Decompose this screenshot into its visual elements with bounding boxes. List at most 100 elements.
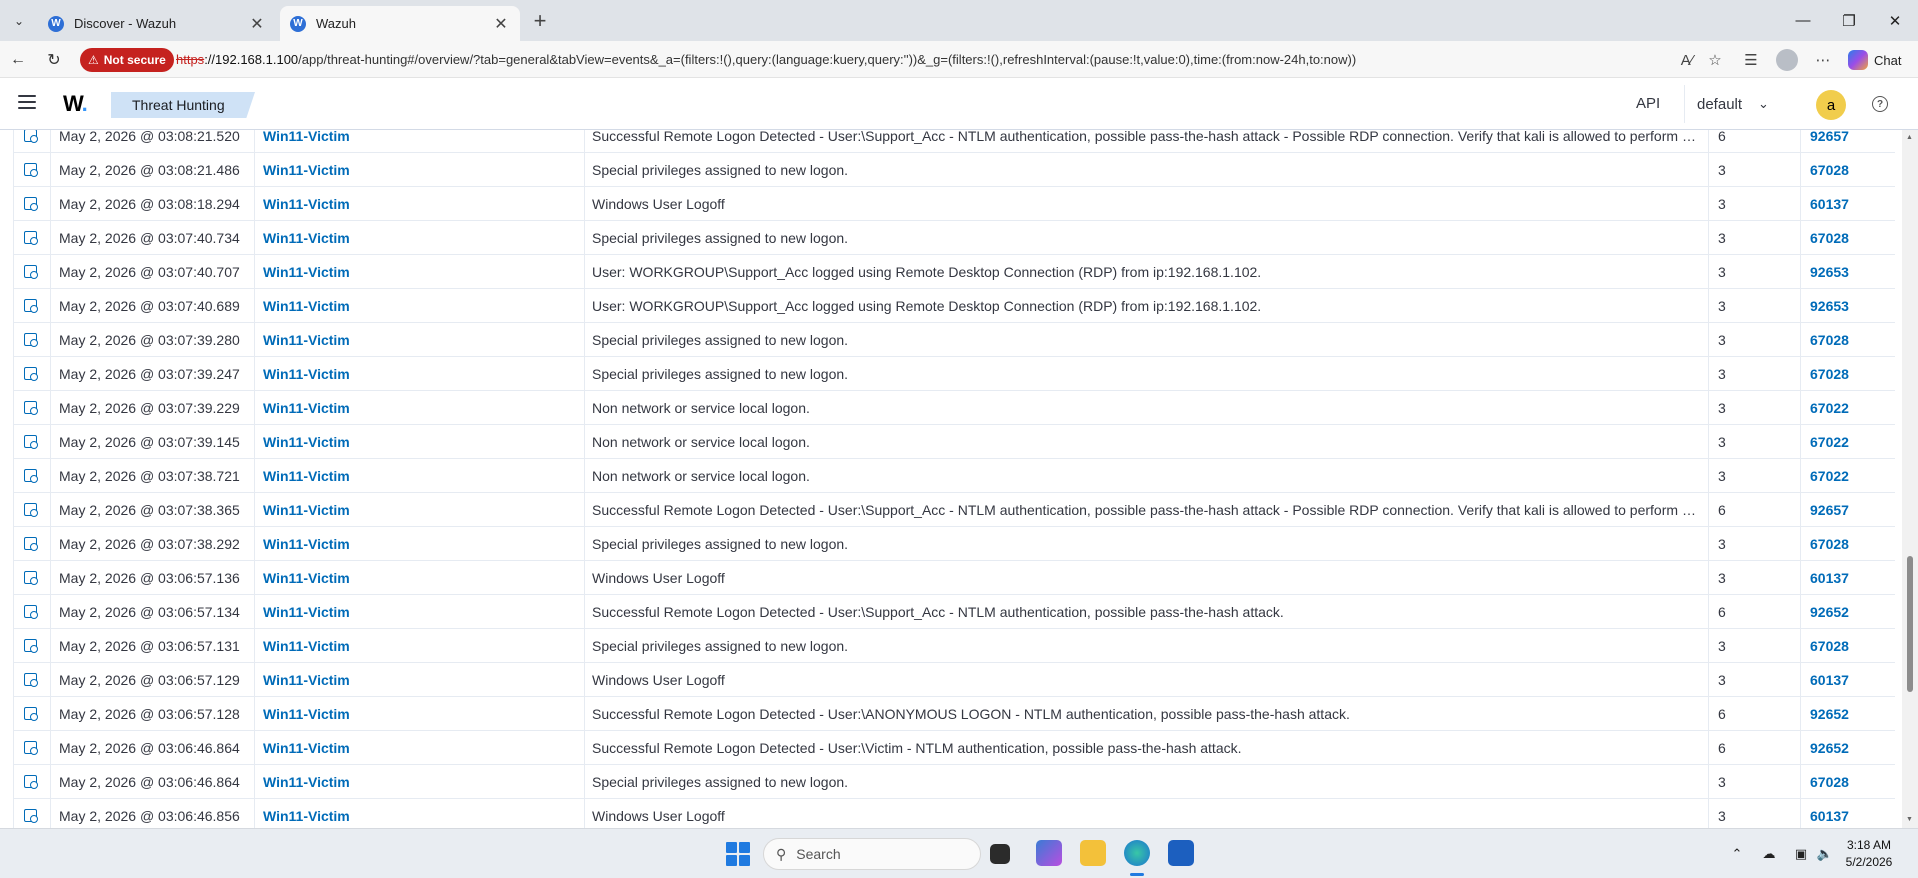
read-aloud-icon[interactable]: A⁄ xyxy=(1676,49,1698,71)
table-row[interactable]: May 2, 2026 @ 03:08:21.520 Win11-Victim Su… xyxy=(13,130,1895,153)
rule-id-link[interactable]: 67022 xyxy=(1801,425,1895,459)
url-field[interactable]: https://192.168.1.100/app/threat-hunting… xyxy=(176,52,1656,67)
inspect-document-button[interactable] xyxy=(13,527,51,561)
agent-name-link[interactable]: Win11-Victim xyxy=(255,391,585,425)
inspect-document-button[interactable] xyxy=(13,629,51,663)
agent-name-link[interactable]: Win11-Victim xyxy=(255,765,585,799)
table-row[interactable]: May 2, 2026 @ 03:06:57.131 Win11-Victim Sp… xyxy=(13,629,1895,663)
table-row[interactable]: May 2, 2026 @ 03:06:46.864 Win11-Victim Sp… xyxy=(13,765,1895,799)
inspect-document-button[interactable] xyxy=(13,425,51,459)
inspect-document-button[interactable] xyxy=(13,561,51,595)
table-row[interactable]: May 2, 2026 @ 03:07:39.247 Win11-Victim Sp… xyxy=(13,357,1895,391)
rule-id-link[interactable]: 92652 xyxy=(1801,697,1895,731)
agent-name-link[interactable]: Win11-Victim xyxy=(255,799,585,828)
cloud-off-icon[interactable]: ☁ xyxy=(1760,845,1778,863)
back-arrow-icon[interactable]: ← xyxy=(6,48,30,72)
table-row[interactable]: May 2, 2026 @ 03:07:40.734 Win11-Victim Sp… xyxy=(13,221,1895,255)
rule-id-link[interactable]: 60137 xyxy=(1801,187,1895,221)
agent-name-link[interactable]: Win11-Victim xyxy=(255,459,585,493)
agent-name-link[interactable]: Win11-Victim xyxy=(255,289,585,323)
inspect-document-button[interactable] xyxy=(13,493,51,527)
rule-id-link[interactable]: 67028 xyxy=(1801,323,1895,357)
rule-id-link[interactable]: 92652 xyxy=(1801,731,1895,765)
task-view-icon[interactable] xyxy=(990,844,1010,864)
table-row[interactable]: May 2, 2026 @ 03:06:46.856 Win11-Victim Wi… xyxy=(13,799,1895,828)
network-icon[interactable]: ▣ xyxy=(1792,845,1810,863)
close-tab-icon[interactable]: ✕ xyxy=(492,14,510,34)
rule-id-link[interactable]: 92653 xyxy=(1801,289,1895,323)
rule-id-link[interactable]: 67028 xyxy=(1801,357,1895,391)
inspect-document-button[interactable] xyxy=(13,289,51,323)
rule-id-link[interactable]: 67028 xyxy=(1801,629,1895,663)
profile-avatar-icon[interactable] xyxy=(1776,49,1798,71)
inspect-document-button[interactable] xyxy=(13,799,51,828)
minimize-icon[interactable]: — xyxy=(1780,0,1826,41)
edge-browser-icon[interactable] xyxy=(1124,840,1150,866)
table-row[interactable]: May 2, 2026 @ 03:06:57.129 Win11-Victim Wi… xyxy=(13,663,1895,697)
agent-name-link[interactable]: Win11-Victim xyxy=(255,561,585,595)
inspect-document-button[interactable] xyxy=(13,459,51,493)
rule-id-link[interactable]: 60137 xyxy=(1801,663,1895,697)
inspect-document-button[interactable] xyxy=(13,663,51,697)
inspect-document-button[interactable] xyxy=(13,130,51,153)
rule-id-link[interactable]: 92657 xyxy=(1801,130,1895,153)
environment-select[interactable]: default ⌄ xyxy=(1684,85,1784,123)
table-row[interactable]: May 2, 2026 @ 03:07:38.292 Win11-Victim Sp… xyxy=(13,527,1895,561)
table-row[interactable]: May 2, 2026 @ 03:07:40.689 Win11-Victim Us… xyxy=(13,289,1895,323)
rule-id-link[interactable]: 60137 xyxy=(1801,561,1895,595)
agent-name-link[interactable]: Win11-Victim xyxy=(255,187,585,221)
rule-id-link[interactable]: 92653 xyxy=(1801,255,1895,289)
tab-actions-chevron-icon[interactable]: ⌄ xyxy=(6,9,32,33)
agent-name-link[interactable]: Win11-Victim xyxy=(255,221,585,255)
help-icon[interactable]: ? xyxy=(1872,96,1888,112)
agent-name-link[interactable]: Win11-Victim xyxy=(255,595,585,629)
breadcrumb-threat-hunting[interactable]: Threat Hunting xyxy=(111,92,255,118)
more-dots-icon[interactable]: ⋯ xyxy=(1812,49,1834,71)
rule-id-link[interactable]: 67028 xyxy=(1801,221,1895,255)
agent-name-link[interactable]: Win11-Victim xyxy=(255,153,585,187)
scroll-up-icon[interactable]: ▲ xyxy=(1906,134,1913,141)
table-row[interactable]: May 2, 2026 @ 03:07:38.365 Win11-Victim Su… xyxy=(13,493,1895,527)
agent-name-link[interactable]: Win11-Victim xyxy=(255,731,585,765)
agent-name-link[interactable]: Win11-Victim xyxy=(255,527,585,561)
rule-id-link[interactable]: 92657 xyxy=(1801,493,1895,527)
inspect-document-button[interactable] xyxy=(13,391,51,425)
start-windows-icon[interactable] xyxy=(726,842,750,866)
taskbar-search[interactable]: ⚲ Search xyxy=(763,838,981,870)
inspect-document-button[interactable] xyxy=(13,255,51,289)
inspect-document-button[interactable] xyxy=(13,731,51,765)
wazuh-logo[interactable]: W. xyxy=(63,91,88,117)
table-row[interactable]: May 2, 2026 @ 03:07:39.229 Win11-Victim No… xyxy=(13,391,1895,425)
new-tab-plus-icon[interactable]: + xyxy=(526,8,554,34)
table-row[interactable]: May 2, 2026 @ 03:06:57.136 Win11-Victim Wi… xyxy=(13,561,1895,595)
copilot-app-icon[interactable] xyxy=(1036,840,1062,866)
table-row[interactable]: May 2, 2026 @ 03:08:21.486 Win11-Victim Sp… xyxy=(13,153,1895,187)
scrollbar-thumb[interactable] xyxy=(1907,556,1913,692)
not-secure-badge[interactable]: ⚠ Not secure xyxy=(80,48,174,72)
favorites-list-icon[interactable]: ☰ xyxy=(1740,49,1762,71)
user-avatar[interactable]: a xyxy=(1816,90,1846,120)
agent-name-link[interactable]: Win11-Victim xyxy=(255,323,585,357)
rule-id-link[interactable]: 60137 xyxy=(1801,799,1895,828)
copilot-chat-button[interactable]: Chat xyxy=(1848,48,1901,72)
agent-name-link[interactable]: Win11-Victim xyxy=(255,663,585,697)
store-icon[interactable] xyxy=(1168,840,1194,866)
browser-tab-discover[interactable]: W Discover - Wazuh ✕ xyxy=(38,6,276,41)
restore-icon[interactable]: ❐ xyxy=(1826,0,1872,41)
inspect-document-button[interactable] xyxy=(13,595,51,629)
system-clock[interactable]: 3:18 AM 5/2/2026 xyxy=(1832,837,1906,871)
scroll-down-icon[interactable]: ▼ xyxy=(1906,816,1913,823)
rule-id-link[interactable]: 67022 xyxy=(1801,459,1895,493)
agent-name-link[interactable]: Win11-Victim xyxy=(255,425,585,459)
inspect-document-button[interactable] xyxy=(13,153,51,187)
table-row[interactable]: May 2, 2026 @ 03:06:57.134 Win11-Victim Su… xyxy=(13,595,1895,629)
table-row[interactable]: May 2, 2026 @ 03:07:39.145 Win11-Victim No… xyxy=(13,425,1895,459)
table-row[interactable]: May 2, 2026 @ 03:07:39.280 Win11-Victim Sp… xyxy=(13,323,1895,357)
rule-id-link[interactable]: 67022 xyxy=(1801,391,1895,425)
page-scrollbar[interactable]: ▲ ▼ xyxy=(1902,130,1918,828)
table-row[interactable]: May 2, 2026 @ 03:06:57.128 Win11-Victim Su… xyxy=(13,697,1895,731)
chevron-up-icon[interactable]: ⌃ xyxy=(1728,845,1746,863)
inspect-document-button[interactable] xyxy=(13,765,51,799)
rule-id-link[interactable]: 67028 xyxy=(1801,153,1895,187)
inspect-document-button[interactable] xyxy=(13,221,51,255)
